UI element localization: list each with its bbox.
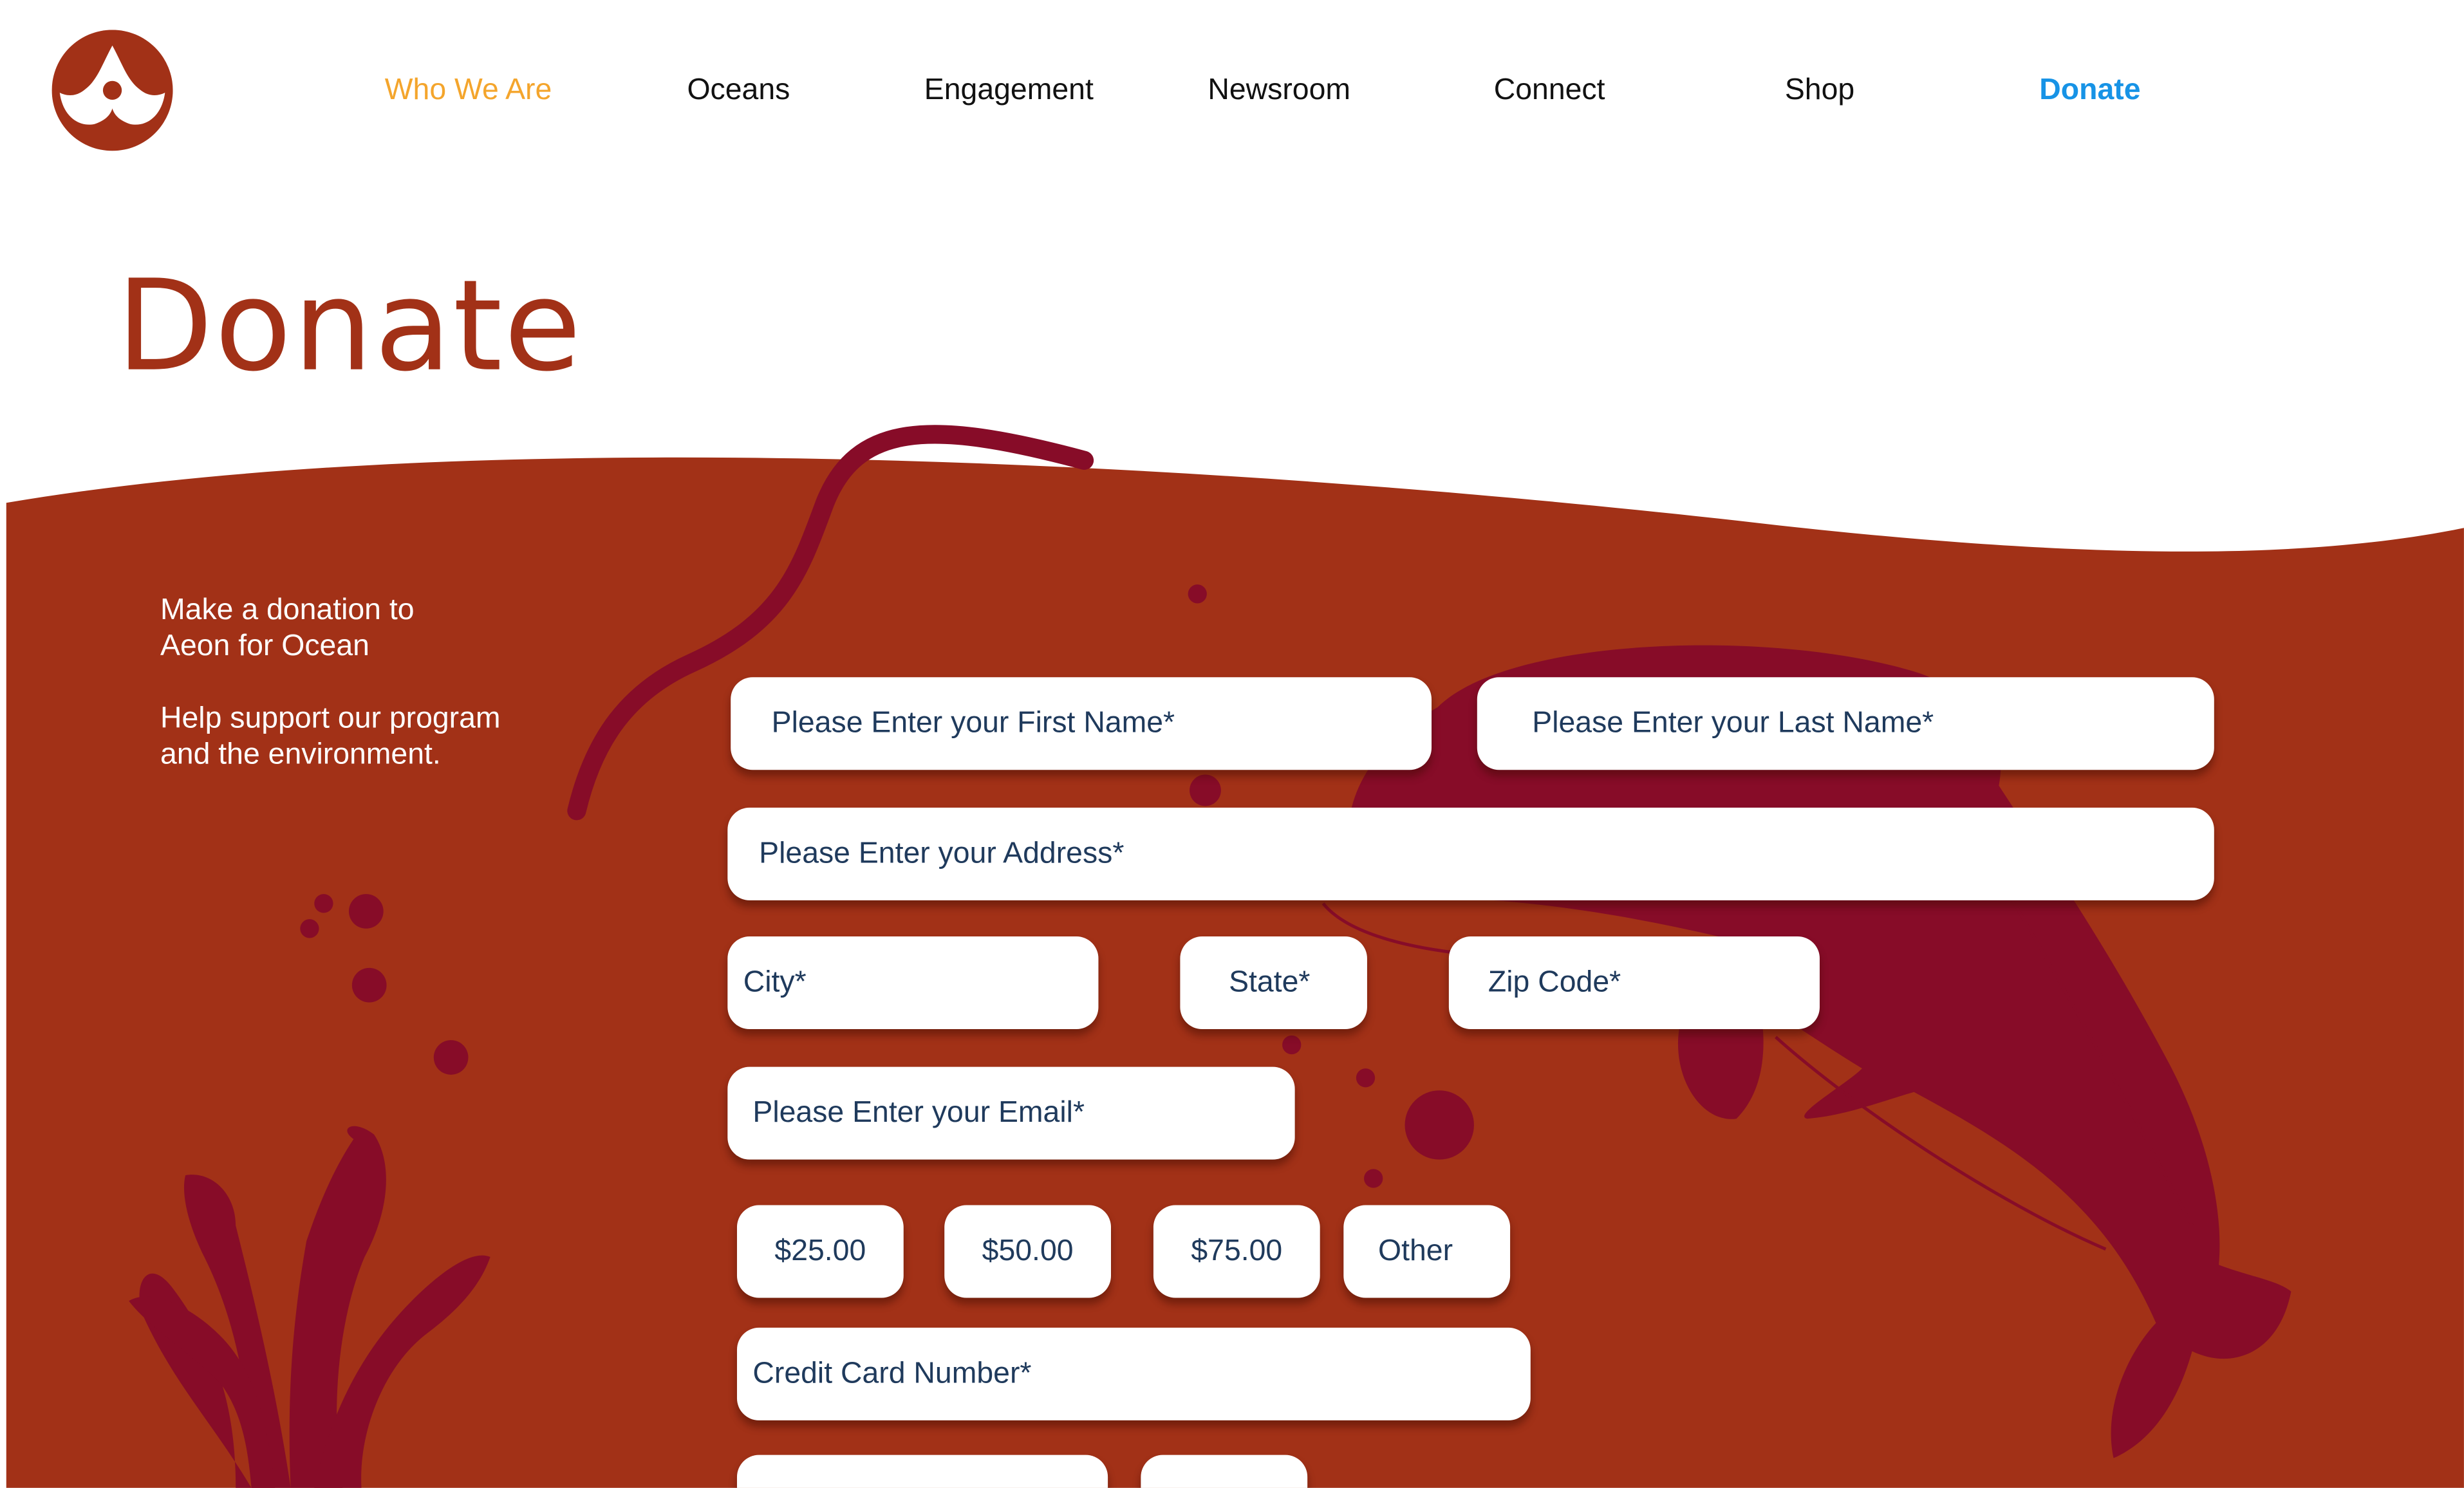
last-name-field[interactable]: Please Enter your Last Name* xyxy=(1477,677,2214,770)
page: Who We Are Oceans Engagement Newsroom Co… xyxy=(0,0,2464,1488)
card-cvv-field[interactable] xyxy=(1141,1455,1308,1488)
nav-donate[interactable]: Donate xyxy=(1965,72,2216,110)
card-expiry-field[interactable] xyxy=(736,1455,1108,1488)
nav-oceans[interactable]: Oceans xyxy=(613,72,864,110)
amount-25-button[interactable]: $25.00 xyxy=(736,1205,904,1298)
nav-connect[interactable]: Connect xyxy=(1424,72,1675,110)
intro-line: Help support our program xyxy=(160,702,501,736)
intro-heading: Make a donation to Aeon for Ocean xyxy=(160,592,415,664)
amount-75-button[interactable]: $75.00 xyxy=(1153,1205,1320,1298)
city-field[interactable]: City* xyxy=(727,936,1099,1030)
state-field[interactable]: State* xyxy=(1180,936,1367,1030)
zip-code-field[interactable]: Zip Code* xyxy=(1448,936,1820,1030)
nav-engagement[interactable]: Engagement xyxy=(883,72,1135,110)
intro-line: Aeon for Ocean xyxy=(160,629,369,664)
main-nav: Who We Are Oceans Engagement Newsroom Co… xyxy=(0,72,2464,110)
first-name-field[interactable]: Please Enter your First Name* xyxy=(731,677,1432,770)
email-field[interactable]: Please Enter your Email* xyxy=(727,1066,1295,1160)
amount-other-button[interactable]: Other xyxy=(1343,1205,1511,1298)
address-field[interactable]: Please Enter your Address* xyxy=(727,807,2214,900)
credit-card-field[interactable]: Credit Card Number* xyxy=(736,1327,1531,1420)
amount-50-button[interactable]: $50.00 xyxy=(944,1205,1111,1298)
intro-subtext: Help support our program and the environ… xyxy=(160,701,501,773)
intro-line: and the environment. xyxy=(160,738,441,772)
nav-newsroom[interactable]: Newsroom xyxy=(1153,72,1405,110)
intro-line: Make a donation to xyxy=(160,593,415,628)
nav-shop[interactable]: Shop xyxy=(1694,72,1946,110)
page-title: Donate xyxy=(116,253,583,400)
nav-who-we-are[interactable]: Who We Are xyxy=(342,72,594,110)
